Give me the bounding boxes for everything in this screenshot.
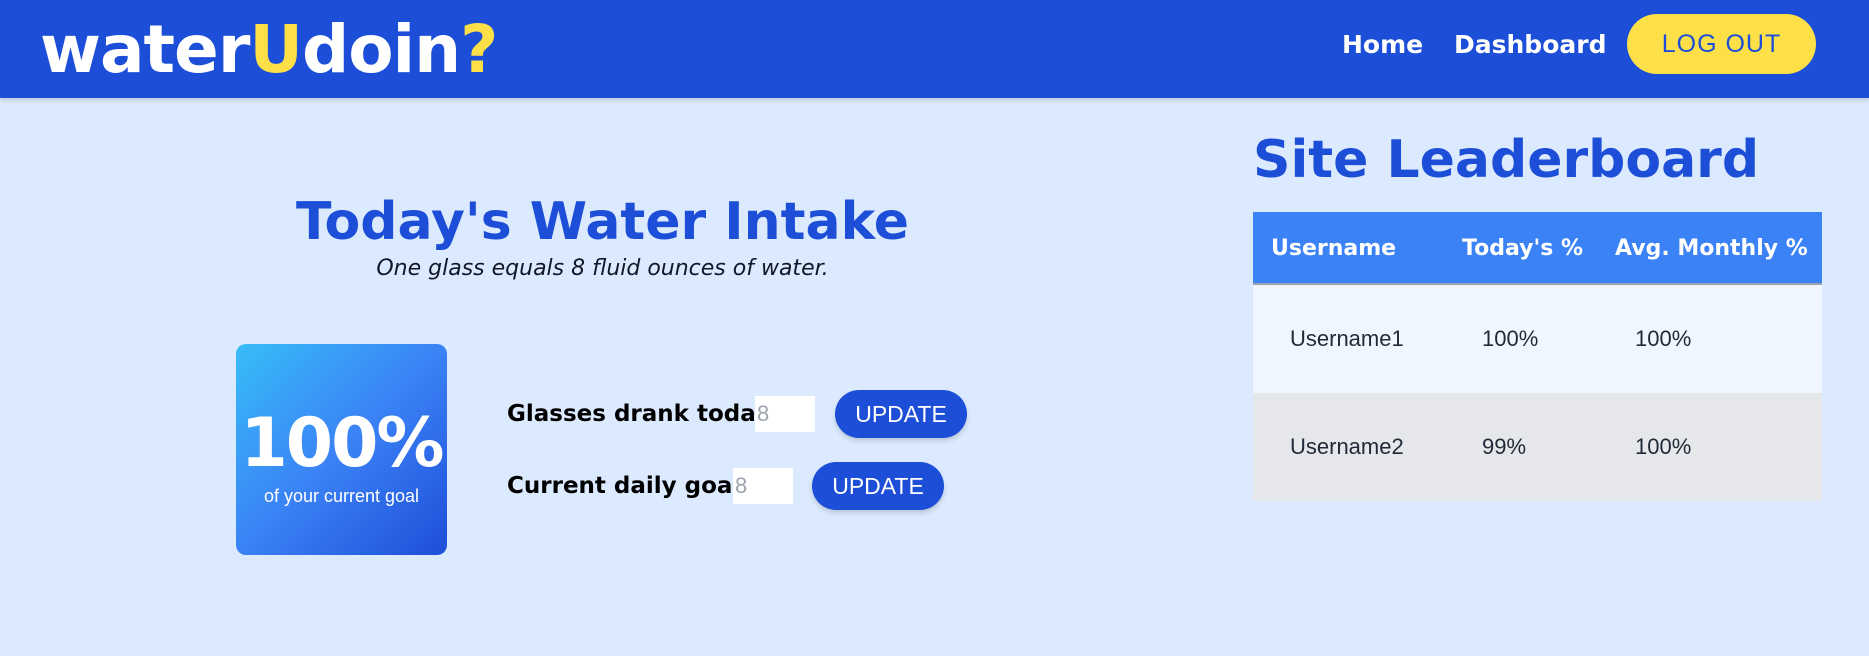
cell-username: Username1 (1290, 326, 1404, 351)
leaderboard-title: Site Leaderboard (1253, 130, 1760, 190)
goal-progress-caption: of your current goal (263, 486, 420, 506)
intake-title: Today's Water Intake (295, 192, 910, 252)
top-navbar: waterUdoin? Home Dashboard LOG OUT (0, 0, 1869, 98)
cell-username: Username2 (1290, 434, 1404, 459)
logo-letter-u: U (249, 11, 303, 88)
glasses-today-input[interactable] (755, 396, 815, 432)
logout-button[interactable]: LOG OUT (1627, 14, 1816, 74)
daily-goal-label: Current daily goal: (507, 473, 750, 499)
goal-progress-value: 100% (240, 404, 444, 483)
goal-progress-card: 100% of your current goal (236, 344, 447, 555)
column-header-username: Username (1271, 236, 1397, 261)
cell-avg-monthly-percent: 100% (1635, 434, 1692, 459)
logo-question-mark: ? (460, 11, 498, 88)
site-logo[interactable]: waterUdoin? (40, 8, 498, 92)
cell-today-percent: 99% (1482, 434, 1527, 459)
cell-today-percent: 100% (1482, 326, 1539, 351)
cell-avg-monthly-percent: 100% (1635, 326, 1692, 351)
intake-subtitle: One glass equals 8 fluid ounces of water… (376, 256, 829, 281)
logo-word-doin: doin (301, 11, 461, 88)
update-goal-button[interactable]: UPDATE (812, 462, 944, 510)
column-header-avg-monthly-percent: Avg. Monthly % (1615, 236, 1808, 261)
update-glasses-button[interactable]: UPDATE (835, 390, 967, 438)
leaderboard-header-row: Username Today's % Avg. Monthly % (1253, 212, 1822, 285)
column-header-today-percent: Today's % (1462, 236, 1583, 261)
glasses-today-label: Glasses drank today: (507, 401, 780, 427)
nav-link-dashboard[interactable]: Dashboard (1454, 28, 1606, 62)
table-row: Username1 100% 100% (1253, 285, 1822, 393)
daily-goal-input[interactable] (733, 468, 793, 504)
nav-link-home[interactable]: Home (1342, 28, 1423, 62)
table-row: Username2 99% 100% (1253, 393, 1822, 501)
logo-word-water: water (40, 11, 250, 88)
